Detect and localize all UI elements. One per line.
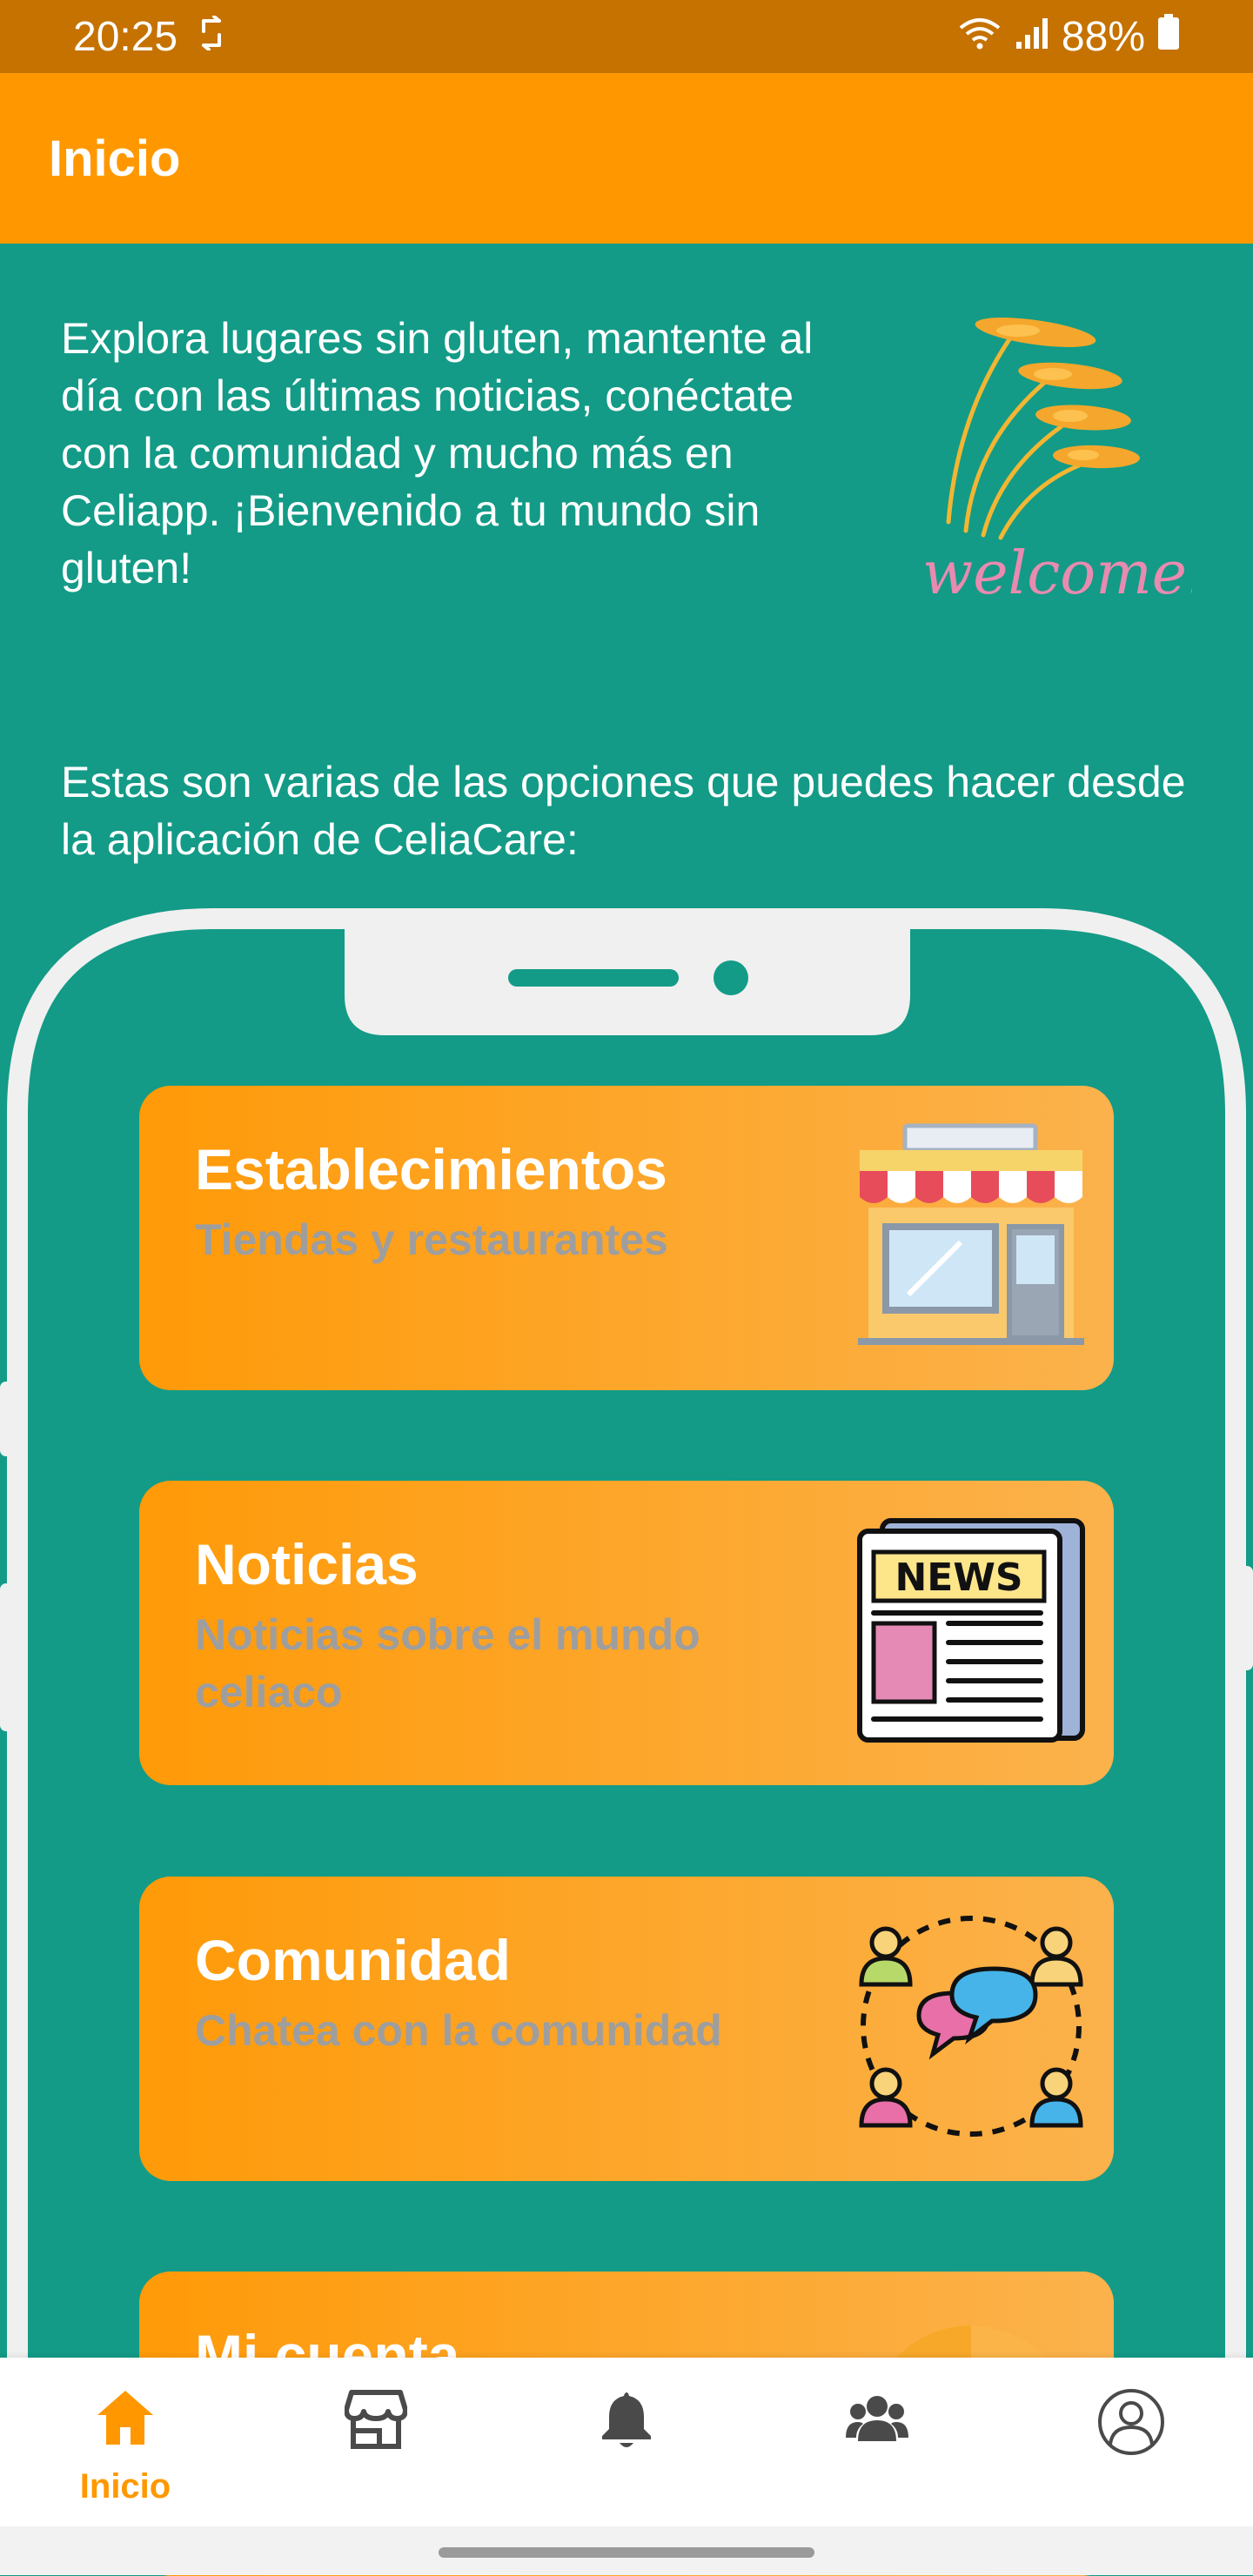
nav-item-perfil[interactable] xyxy=(1002,2358,1253,2526)
welcome-text: welcome! xyxy=(922,539,1192,608)
home-gesture-handle[interactable] xyxy=(439,2547,814,2558)
signal-icon xyxy=(1015,13,1049,61)
store-icon xyxy=(856,1121,1086,1350)
page-title: Inicio xyxy=(49,130,181,187)
home-icon xyxy=(97,2391,153,2445)
system-navigation-bar xyxy=(0,2526,1253,2575)
card-subtitle: Chatea con la comunidad xyxy=(195,2006,722,2055)
card-subtitle: Tiendas y restaurantes xyxy=(195,1215,668,1264)
card-establecimientos[interactable]: Establecimientos Tiendas y restaurantes xyxy=(139,1086,1114,1390)
bottom-navigation: Inicio xyxy=(0,2358,1253,2526)
card-comunidad[interactable]: Comunidad Chatea con la comunidad xyxy=(139,1877,1114,2181)
nav-item-inicio[interactable]: Inicio xyxy=(0,2358,251,2526)
wifi-icon xyxy=(957,13,1002,61)
battery-percent: 88% xyxy=(1061,13,1145,60)
options-intro-text: Estas son varias de las opciones que pue… xyxy=(61,758,1186,864)
nav-item-notificaciones[interactable] xyxy=(501,2358,752,2526)
svg-text:NEWS: NEWS xyxy=(895,1556,1022,1600)
sync-icon xyxy=(197,13,226,61)
battery-icon xyxy=(1157,13,1180,61)
community-chat-icon xyxy=(856,1911,1086,2141)
status-time: 20:25 xyxy=(73,13,178,60)
welcome-wheat-illustration: welcome! xyxy=(922,313,1210,618)
status-bar: 20:25 88% xyxy=(0,0,1253,73)
nav-item-comunidad[interactable] xyxy=(752,2358,1002,2526)
app-bar: Inicio xyxy=(0,73,1253,244)
nav-item-establecimientos[interactable] xyxy=(251,2358,501,2526)
store-icon xyxy=(345,2390,407,2449)
profile-icon xyxy=(1098,2389,1164,2455)
bell-icon xyxy=(602,2392,651,2447)
card-noticias[interactable]: Noticias Noticias sobre el mundo celiaco… xyxy=(139,1481,1114,1785)
intro-text: Explora lugares sin gluten, mantente al … xyxy=(61,314,814,592)
community-icon xyxy=(846,2396,908,2441)
news-icon: NEWS xyxy=(856,1515,1086,1745)
nav-label-inicio: Inicio xyxy=(79,2467,171,2506)
card-subtitle: Noticias sobre el mundo celiaco xyxy=(195,1610,700,1716)
